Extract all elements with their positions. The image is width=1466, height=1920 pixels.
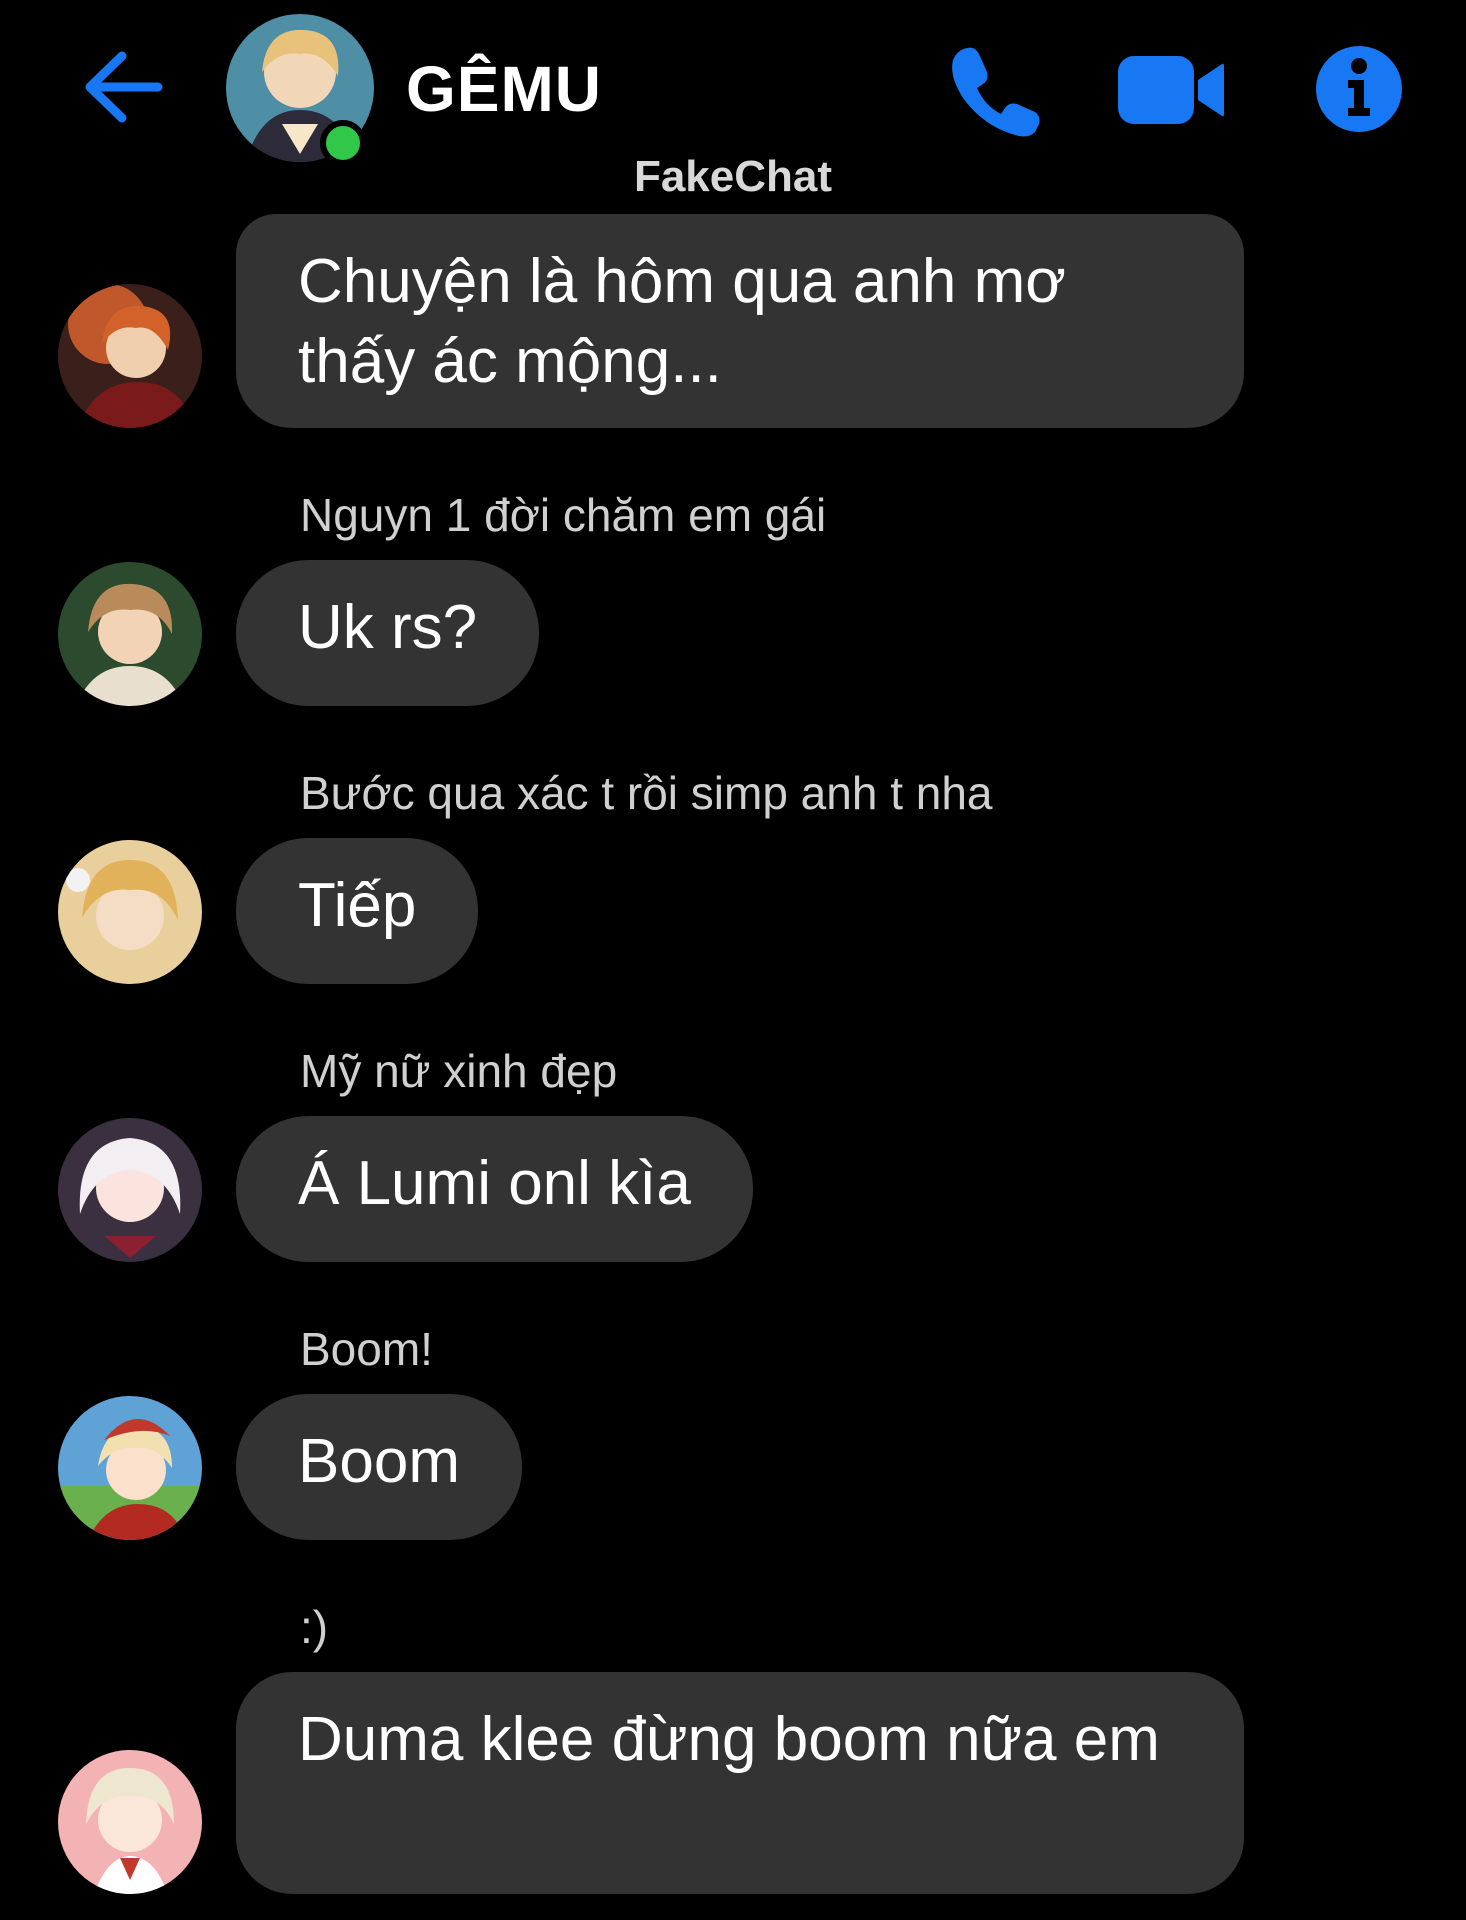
message-text: Boom — [298, 1427, 460, 1496]
sender-name: Boom! — [300, 1323, 433, 1375]
info-icon[interactable] — [1314, 44, 1404, 134]
avatar[interactable] — [58, 562, 202, 706]
sender-name: Bước qua xác t rồi simp anh t nha — [300, 767, 993, 819]
message-bubble[interactable]: Duma klee đừng boom nữa em — [236, 1672, 1244, 1894]
message-bubble[interactable]: Uk rs? — [236, 560, 540, 706]
avatar[interactable] — [58, 1750, 202, 1894]
message-bubble[interactable]: Á Lumi onl kìa — [236, 1116, 753, 1262]
chat-header: GÊMU FakeChat — [0, 0, 1466, 201]
message-text: Chuyện là hôm qua anh mơ thấy ác mộng... — [298, 247, 1066, 396]
sender-name: Mỹ nữ xinh đẹp — [300, 1045, 618, 1097]
message-bubble[interactable]: Chuyện là hôm qua anh mơ thấy ác mộng... — [236, 214, 1244, 428]
avatar[interactable] — [58, 1118, 202, 1262]
message-text: Duma klee đừng boom nữa em — [298, 1705, 1160, 1774]
message-text: Uk rs? — [298, 593, 478, 662]
message-text: Tiếp — [298, 871, 417, 940]
video-camera-icon[interactable] — [1116, 50, 1226, 130]
sender-name: Nguyn 1 đời chăm em gái — [300, 489, 827, 541]
back-arrow-icon[interactable] — [78, 42, 168, 132]
message-text: Á Lumi onl kìa — [298, 1149, 691, 1218]
avatar[interactable] — [58, 840, 202, 984]
phone-icon[interactable] — [945, 40, 1045, 140]
avatar[interactable] — [58, 1396, 202, 1540]
watermark: FakeChat — [633, 152, 833, 201]
group-name[interactable]: GÊMU — [406, 52, 602, 126]
message-bubble[interactable]: Boom — [236, 1394, 522, 1540]
avatar[interactable] — [58, 284, 202, 428]
message-bubble[interactable]: Tiếp — [236, 838, 479, 984]
sender-name: :) — [300, 1601, 329, 1653]
